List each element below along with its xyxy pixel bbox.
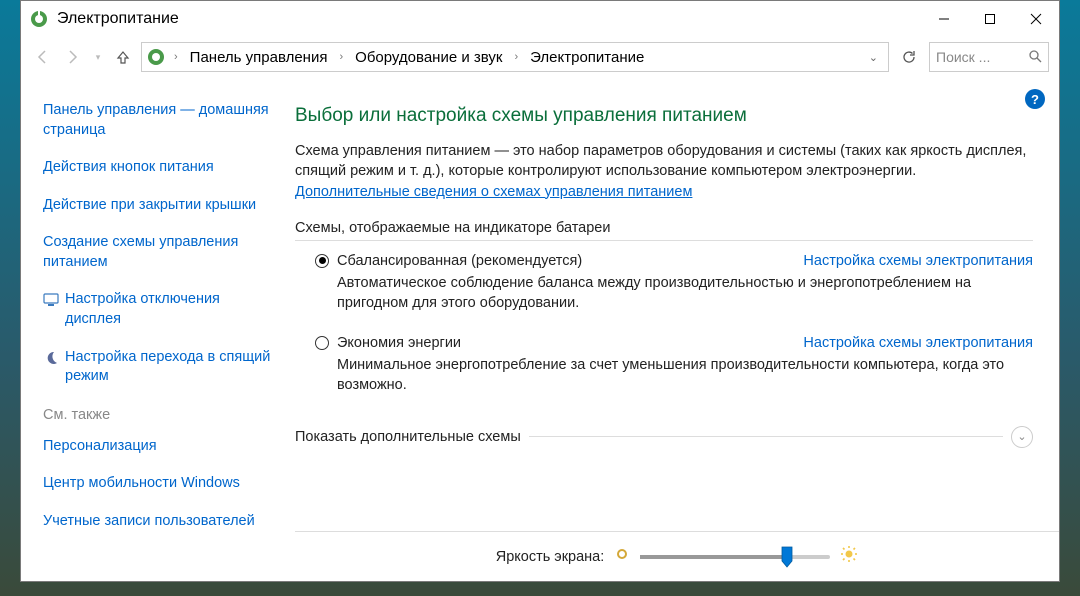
- sidebar-link-label: Действия кнопок питания: [43, 158, 271, 178]
- plan-settings-link[interactable]: Настройка схемы электропитания: [803, 335, 1033, 355]
- breadcrumb-dropdown[interactable]: ⌄: [863, 51, 884, 64]
- brightness-slider[interactable]: [640, 555, 830, 559]
- window: Электропитание ▾ ›: [20, 0, 1060, 582]
- plan-name[interactable]: Экономия энергии: [337, 335, 783, 351]
- up-button[interactable]: [111, 45, 135, 69]
- power-options-icon: [29, 9, 49, 29]
- sidebar-link-label: Персонализация: [43, 437, 271, 457]
- search-input[interactable]: Поиск ...: [929, 42, 1049, 72]
- brightness-footer: Яркость экрана:: [295, 531, 1059, 581]
- section-heading: Схемы, отображаемые на индикаторе батаре…: [295, 220, 1033, 236]
- breadcrumb-item[interactable]: Оборудование и звук: [351, 47, 506, 68]
- sun-bright-icon: [840, 545, 858, 568]
- plan-name[interactable]: Сбалансированная (рекомендуется): [337, 253, 783, 269]
- navbar: ▾ › Панель управления › Оборудование и з…: [21, 37, 1059, 79]
- sidebar-link-lid-close[interactable]: Действие при закрытии крышки: [43, 196, 271, 216]
- sidebar-home-label: Панель управления — домашняя страница: [43, 101, 271, 140]
- sun-dim-icon: [614, 546, 630, 567]
- plan-description: Автоматическое соблюдение баланса между …: [337, 273, 1033, 314]
- sidebar-link-power-buttons[interactable]: Действия кнопок питания: [43, 158, 271, 178]
- sidebar-link-label: Действие при закрытии крышки: [43, 196, 271, 216]
- sidebar: Панель управления — домашняя страница Де…: [21, 79, 281, 581]
- slider-thumb[interactable]: [781, 546, 793, 568]
- slider-fill: [640, 555, 783, 559]
- divider: [295, 240, 1033, 241]
- plan-settings-link[interactable]: Настройка схемы электропитания: [803, 253, 1033, 273]
- see-also-heading: См. также: [43, 407, 271, 423]
- sidebar-link-display-off[interactable]: Настройка отключения дисплея: [43, 290, 271, 329]
- chevron-right-icon[interactable]: ›: [170, 51, 182, 63]
- sidebar-link-label: Создание схемы управления питанием: [43, 233, 271, 272]
- chevron-down-icon[interactable]: ⌄: [1011, 426, 1033, 448]
- brightness-label: Яркость экрана:: [496, 549, 605, 565]
- sidebar-link-label: Центр мобильности Windows: [43, 474, 271, 494]
- breadcrumb-item[interactable]: Панель управления: [186, 47, 332, 68]
- sidebar-link-sleep[interactable]: Настройка перехода в спящий режим: [43, 348, 271, 387]
- divider: [529, 436, 1003, 437]
- body: ? Панель управления — домашняя страница …: [21, 79, 1059, 581]
- sidebar-link-personalization[interactable]: Персонализация: [43, 437, 271, 457]
- maximize-button[interactable]: [967, 1, 1013, 37]
- sidebar-link-user-accounts[interactable]: Учетные записи пользователей: [43, 512, 271, 532]
- power-plan-saver: Экономия энергии Настройка схемы электро…: [295, 335, 1033, 412]
- sidebar-home-link[interactable]: Панель управления — домашняя страница: [43, 101, 271, 140]
- show-additional-plans[interactable]: Показать дополнительные схемы ⌄: [295, 426, 1033, 448]
- power-options-icon: [146, 47, 166, 67]
- sidebar-link-create-plan[interactable]: Создание схемы управления питанием: [43, 233, 271, 272]
- titlebar: Электропитание: [21, 1, 1059, 37]
- sidebar-link-label: Настройка отключения дисплея: [65, 290, 271, 329]
- refresh-button[interactable]: [895, 43, 923, 71]
- expand-label: Показать дополнительные схемы: [295, 429, 521, 445]
- plan-description: Минимальное энергопотребление за счет ум…: [337, 355, 1033, 396]
- back-button[interactable]: [31, 45, 55, 69]
- page-description: Схема управления питанием — это набор па…: [295, 141, 1033, 182]
- content: Выбор или настройка схемы управления пит…: [281, 79, 1059, 581]
- chevron-right-icon[interactable]: ›: [510, 51, 522, 63]
- moon-icon: [43, 350, 59, 366]
- page-heading: Выбор или настройка схемы управления пит…: [295, 105, 1033, 127]
- recent-dropdown[interactable]: ▾: [91, 45, 105, 69]
- forward-button[interactable]: [61, 45, 85, 69]
- close-button[interactable]: [1013, 1, 1059, 37]
- window-controls: [921, 1, 1059, 37]
- search-icon: [1028, 49, 1042, 66]
- radio-balanced[interactable]: [315, 254, 329, 268]
- breadcrumb[interactable]: › Панель управления › Оборудование и зву…: [141, 42, 889, 72]
- monitor-icon: [43, 292, 59, 308]
- power-plan-balanced: Сбалансированная (рекомендуется) Настрой…: [295, 253, 1033, 330]
- more-info-link[interactable]: Дополнительные сведения о схемах управле…: [295, 184, 692, 200]
- minimize-button[interactable]: [921, 1, 967, 37]
- sidebar-link-label: Настройка перехода в спящий режим: [65, 348, 271, 387]
- breadcrumb-item[interactable]: Электропитание: [526, 47, 648, 68]
- search-placeholder: Поиск ...: [936, 49, 1024, 65]
- window-title: Электропитание: [57, 10, 921, 28]
- sidebar-link-label: Учетные записи пользователей: [43, 512, 271, 532]
- sidebar-link-mobility-center[interactable]: Центр мобильности Windows: [43, 474, 271, 494]
- chevron-right-icon[interactable]: ›: [335, 51, 347, 63]
- radio-saver[interactable]: [315, 336, 329, 350]
